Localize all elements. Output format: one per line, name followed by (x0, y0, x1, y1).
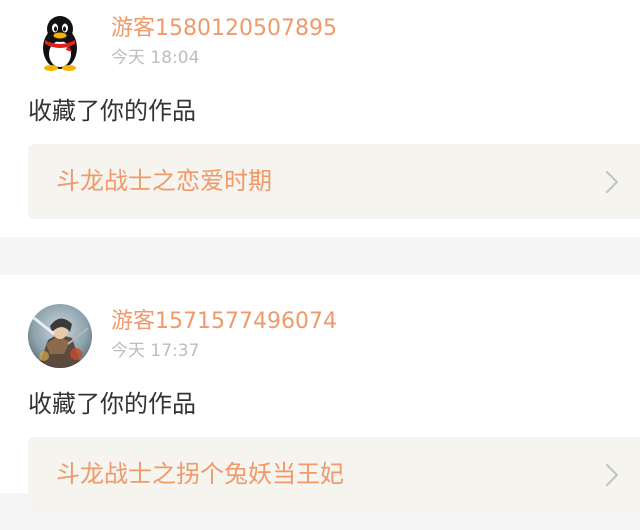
notification-card: 游客1580120507895 今天 18:04 收藏了你的作品 斗龙战士之恋爱… (0, 0, 640, 237)
work-title: 斗龙战士之恋爱时期 (56, 167, 272, 195)
username[interactable]: 游客1571577496074 (111, 308, 337, 336)
notification-message: 收藏了你的作品 (28, 390, 196, 418)
work-title: 斗龙战士之拐个兔妖当王妃 (56, 460, 344, 488)
chevron-right-icon (605, 170, 619, 194)
work-link[interactable]: 斗龙战士之拐个兔妖当王妃 (28, 437, 640, 512)
chevron-right-icon (605, 463, 619, 487)
notification-card: 游客1571577496074 今天 17:37 收藏了你的作品 斗龙战士之拐个… (0, 275, 640, 512)
warrior-portrait-icon (28, 304, 92, 368)
notification-feed: 游客1580120507895 今天 18:04 收藏了你的作品 斗龙战士之恋爱… (0, 0, 640, 512)
timestamp: 今天 17:37 (111, 341, 200, 361)
qq-penguin-icon (28, 10, 92, 74)
notification-message: 收藏了你的作品 (28, 97, 196, 125)
avatar[interactable] (28, 304, 92, 368)
avatar[interactable] (28, 10, 92, 74)
username[interactable]: 游客1580120507895 (111, 15, 337, 43)
work-link[interactable]: 斗龙战士之恋爱时期 (28, 144, 640, 219)
timestamp: 今天 18:04 (111, 48, 200, 68)
